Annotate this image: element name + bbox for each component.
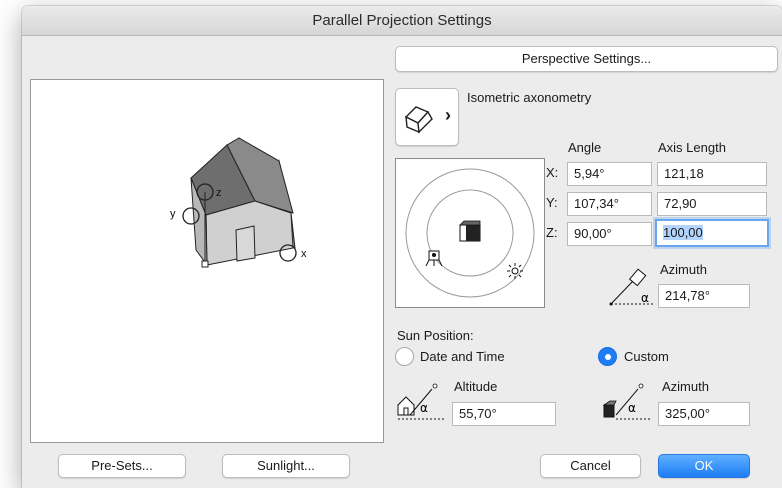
camera-azimuth-icon: α <box>609 268 655 306</box>
orbit-widget[interactable] <box>395 158 545 308</box>
z-angle-field[interactable]: 90,00° <box>567 222 652 246</box>
y-angle-field[interactable]: 107,34° <box>567 192 652 216</box>
alpha-glyph: α <box>420 401 428 415</box>
altitude-field[interactable]: 55,70° <box>452 402 556 426</box>
sun-icon[interactable] <box>507 263 523 279</box>
z-axis-length-value: 100,00 <box>663 225 703 240</box>
window-title: Parallel Projection Settings <box>22 6 782 36</box>
sun-position-label: Sun Position: <box>397 328 474 343</box>
chevron-right-icon: › <box>445 105 451 125</box>
ok-button[interactable]: OK <box>658 454 750 478</box>
dialog-window: Parallel Projection Settings z y x Persp… <box>22 6 782 488</box>
alpha-glyph: α <box>628 401 636 415</box>
altitude-label: Altitude <box>454 379 498 394</box>
alpha-glyph: α <box>641 291 649 305</box>
sun-azimuth-field[interactable]: 325,00° <box>658 402 750 426</box>
y-axis-length-field[interactable]: 72,90 <box>657 192 767 216</box>
projection-preview[interactable]: z y x <box>30 79 384 443</box>
angle-header: Angle <box>568 140 602 155</box>
house-icon <box>404 106 433 134</box>
z-row-label: Z: <box>546 225 558 240</box>
x-axis-label: x <box>301 248 307 260</box>
origin-marker <box>201 260 209 268</box>
house-preview: z y x <box>170 137 307 268</box>
custom-label[interactable]: Custom <box>624 349 669 364</box>
sun-azimuth-icon: α <box>602 383 650 420</box>
custom-radio[interactable] <box>598 347 617 366</box>
date-time-radio[interactable] <box>395 347 414 366</box>
presets-button[interactable]: Pre-Sets... <box>58 454 186 478</box>
camera-azimuth-label: Azimuth <box>660 262 707 277</box>
z-axis-label: z <box>216 187 222 199</box>
perspective-settings-button[interactable]: Perspective Settings... <box>395 46 778 72</box>
sunlight-button[interactable]: Sunlight... <box>222 454 350 478</box>
axis-length-header: Axis Length <box>658 140 726 155</box>
projection-type-picker[interactable]: › <box>395 88 459 146</box>
orbit-graphic <box>405 168 535 298</box>
camera-azimuth-field[interactable]: 214,78° <box>658 284 750 308</box>
x-angle-field[interactable]: 5,94° <box>567 162 652 186</box>
y-axis-label: y <box>170 208 176 220</box>
z-axis-length-field[interactable]: 100,00 <box>655 219 769 247</box>
house-door <box>235 225 256 262</box>
projection-type-label: Isometric axonometry <box>467 90 592 105</box>
date-time-label[interactable]: Date and Time <box>420 349 505 364</box>
sun-azimuth-label: Azimuth <box>662 379 709 394</box>
cancel-button[interactable]: Cancel <box>540 454 641 478</box>
y-row-label: Y: <box>546 195 558 210</box>
x-axis-length-field[interactable]: 121,18 <box>657 162 767 186</box>
x-row-label: X: <box>546 165 559 180</box>
sun-altitude-icon: α <box>397 383 444 420</box>
